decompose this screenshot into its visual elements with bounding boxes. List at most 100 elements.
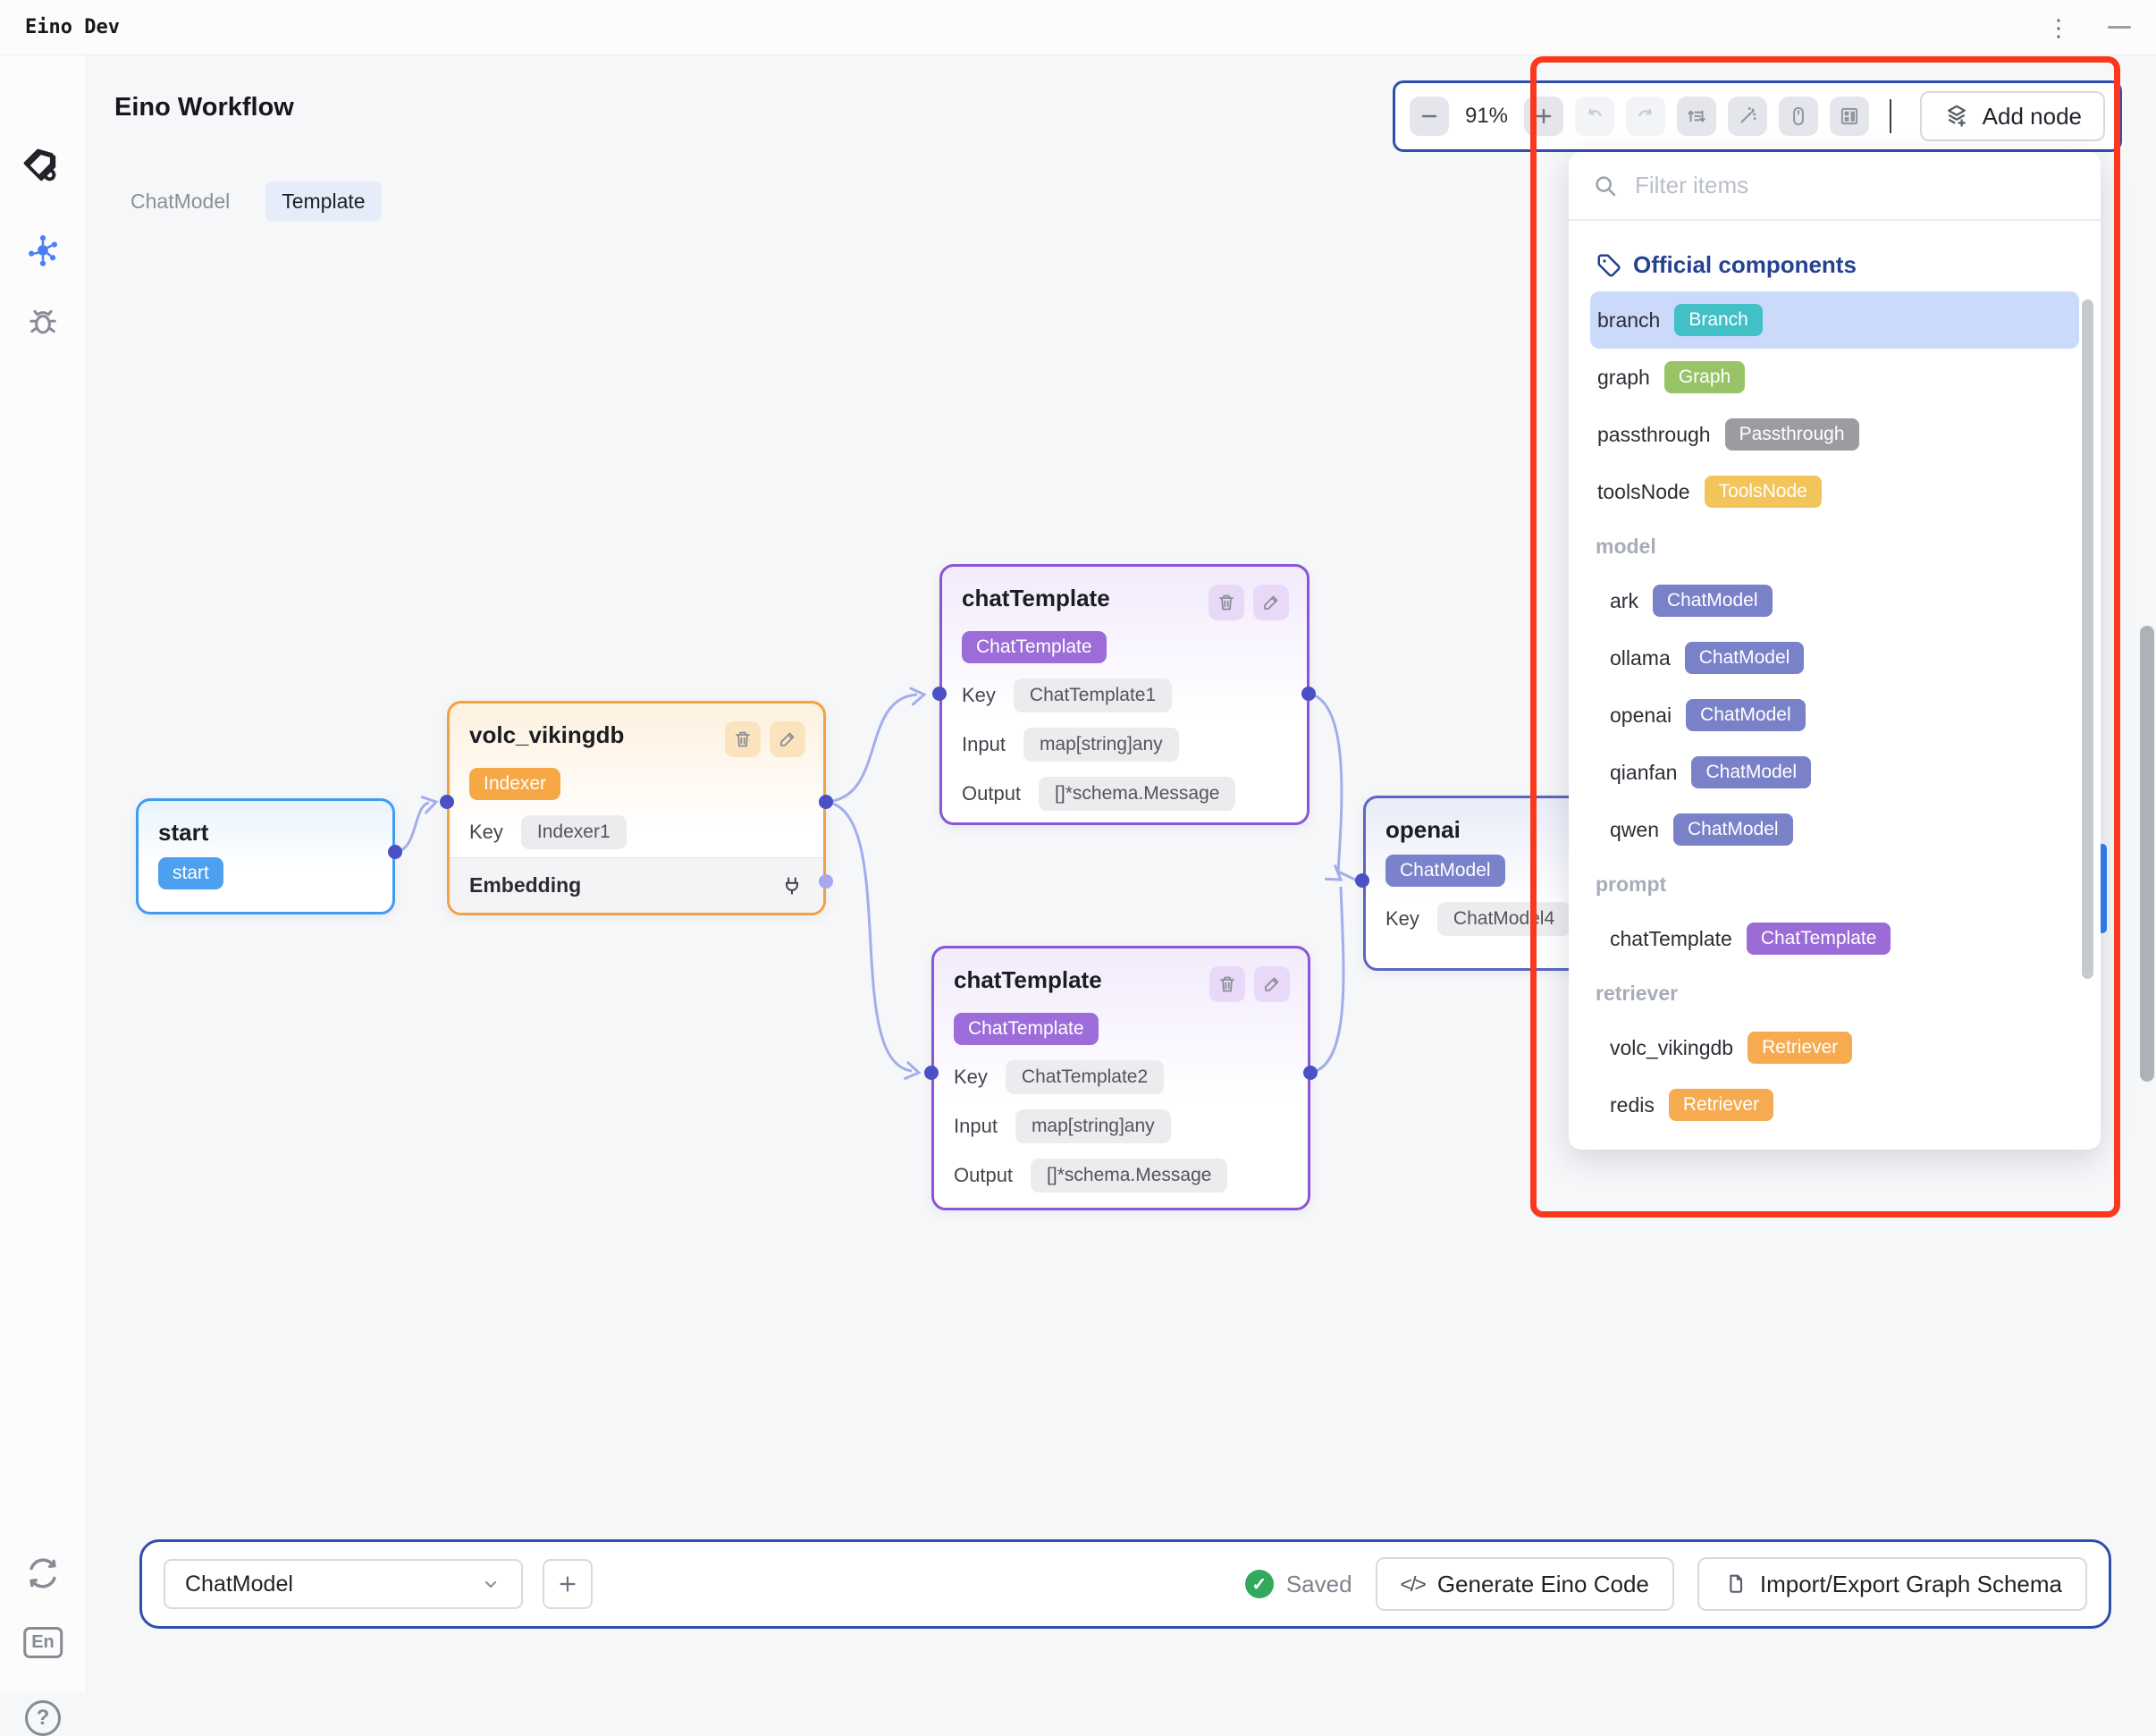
edit-node-button[interactable] [770,721,805,757]
undo-button[interactable] [1575,97,1614,136]
tabs: ChatModel Template [114,181,382,222]
component-item-openai[interactable]: openaiChatModel [1590,687,2079,744]
save-status-label: Saved [1286,1571,1352,1598]
check-icon: ✓ [1245,1570,1274,1598]
minimap-button[interactable] [1830,97,1869,136]
window-menu-icon[interactable]: ⋮ [2047,16,2070,39]
import-export-label: Import/Export Graph Schema [1760,1571,2062,1598]
tag-icon [1596,252,1622,279]
add-graph-button[interactable] [543,1559,593,1609]
component-item-graph[interactable]: graphGraph [1590,349,2079,406]
component-type-badge: ChatModel [1673,813,1793,846]
mouse-button[interactable] [1779,97,1818,136]
add-node-panel: Official components branchBranchgraphGra… [1569,152,2101,1150]
delete-node-button[interactable] [725,721,761,757]
workflow-network-icon[interactable] [23,231,63,270]
debug-bug-icon[interactable] [24,304,62,341]
component-type-badge: ChatModel [1685,642,1805,674]
node-type-badge: ChatTemplate [954,1013,1099,1045]
node-chatTemplate2[interactable]: chatTemplateChatTemplateKeyChatTemplate2… [931,946,1310,1210]
panel-scrollbar[interactable] [2082,299,2093,979]
generate-code-button[interactable]: </> Generate Eino Code [1376,1557,1674,1611]
row-value-chip: Indexer1 [521,815,627,849]
window-minimize-icon[interactable] [2108,26,2131,29]
component-item-chatTemplate[interactable]: chatTemplateChatTemplate [1590,910,2079,967]
component-name: qianfan [1610,761,1677,785]
logo-tag-gear-icon[interactable] [20,145,66,191]
port-volc_vikingdb-in[interactable] [440,795,454,809]
page-scrollbar[interactable] [2140,626,2154,1082]
node-footer-embedding[interactable]: Embedding [450,857,823,913]
port-volc_vikingdb-embed[interactable] [819,874,833,889]
edge-arrowhead-icon [1326,866,1345,887]
component-item-redis[interactable]: redisRetriever [1590,1076,2079,1133]
code-icon: </> [1401,1572,1425,1597]
zoom-out-button[interactable] [1410,97,1449,136]
delete-node-icon [1217,973,1238,995]
delete-node-button[interactable] [1209,966,1245,1002]
port-volc_vikingdb-out[interactable] [819,795,833,809]
port-chatTemplate1-out[interactable] [1301,687,1316,701]
add-node-label: Add node [1983,103,2082,131]
component-item-volc_vikingdb[interactable]: volc_vikingdbRetriever [1590,1019,2079,1076]
component-item-qwen[interactable]: qwenChatModel [1590,801,2079,858]
component-name: toolsNode [1597,480,1690,504]
row-label: Key [1385,907,1419,931]
delete-node-button[interactable] [1209,585,1244,620]
component-name: ark [1610,589,1638,613]
component-item-branch[interactable]: branchBranch [1590,291,2079,349]
node-chatTemplate1[interactable]: chatTemplateChatTemplateKeyChatTemplate1… [939,564,1310,825]
import-export-button[interactable]: Import/Export Graph Schema [1697,1557,2087,1611]
edit-node-button[interactable] [1253,585,1289,620]
refresh-icon[interactable] [23,1554,63,1593]
auto-layout-button[interactable] [1677,97,1716,136]
component-item-passthrough[interactable]: passthroughPassthrough [1590,406,2079,463]
filter-items-input[interactable] [1635,172,2077,199]
component-type-badge: Branch [1674,304,1763,336]
tab-template[interactable]: Template [265,181,381,222]
port-start-out[interactable] [388,845,402,859]
edit-node-icon [777,729,798,750]
language-en-icon[interactable]: En [23,1627,63,1658]
node-type-select[interactable]: ChatModel [164,1559,523,1609]
node-type-badge: Indexer [469,768,560,800]
node-volc_vikingdb[interactable]: volc_vikingdbIndexerKeyIndexer1Embedding [447,701,826,915]
component-type-badge: Passthrough [1725,418,1859,451]
component-group-prompt: prompt [1569,858,2101,910]
redo-button[interactable] [1626,97,1665,136]
port-chatTemplate1-in[interactable] [932,687,947,701]
edge-start-to-volc_vikingdb [395,803,429,852]
node-start[interactable]: startstart [136,798,395,914]
zoom-in-button[interactable] [1524,97,1563,136]
page-title: Eino Workflow [114,93,294,122]
add-node-button[interactable]: Add node [1920,91,2105,141]
node-type-value: ChatModel [185,1572,293,1597]
tab-chatmodel[interactable]: ChatModel [114,181,246,222]
port-openai-in[interactable] [1355,873,1369,888]
edit-node-button[interactable] [1254,966,1290,1002]
row-value-chip: ChatTemplate1 [1014,678,1172,712]
port-chatTemplate2-in[interactable] [924,1066,939,1080]
component-group-retriever: retriever [1569,967,2101,1019]
panel-body: Official components branchBranchgraphGra… [1569,221,2101,1150]
component-item-ark[interactable]: arkChatModel [1590,572,2079,629]
component-type-badge: ChatModel [1691,756,1811,788]
edge-volc_vikingdb-to-chatTemplate2 [826,802,912,1071]
window-title: Eino Dev [25,16,120,38]
magic-wand-button[interactable] [1728,97,1767,136]
node-title: chatTemplate [954,966,1102,994]
edit-node-icon [1260,592,1282,613]
port-chatTemplate2-out[interactable] [1303,1066,1318,1080]
component-name: volc_vikingdb [1610,1036,1733,1060]
component-item-toolsNode[interactable]: toolsNodeToolsNode [1590,463,2079,520]
node-row-output: Output[]*schema.Message [954,1159,1288,1192]
component-name: redis [1610,1093,1655,1117]
help-label: ? [25,1700,61,1736]
window-titlebar: Eino Dev ⋮ [0,0,2156,55]
edge-arrowhead-icon [422,794,438,813]
row-label: Key [469,821,503,844]
help-icon[interactable]: ? [25,1700,61,1736]
component-item-qianfan[interactable]: qianfan ChatModel [1590,744,2079,801]
component-item-ollama[interactable]: ollamaChatModel [1590,629,2079,687]
row-label: Input [954,1115,998,1138]
